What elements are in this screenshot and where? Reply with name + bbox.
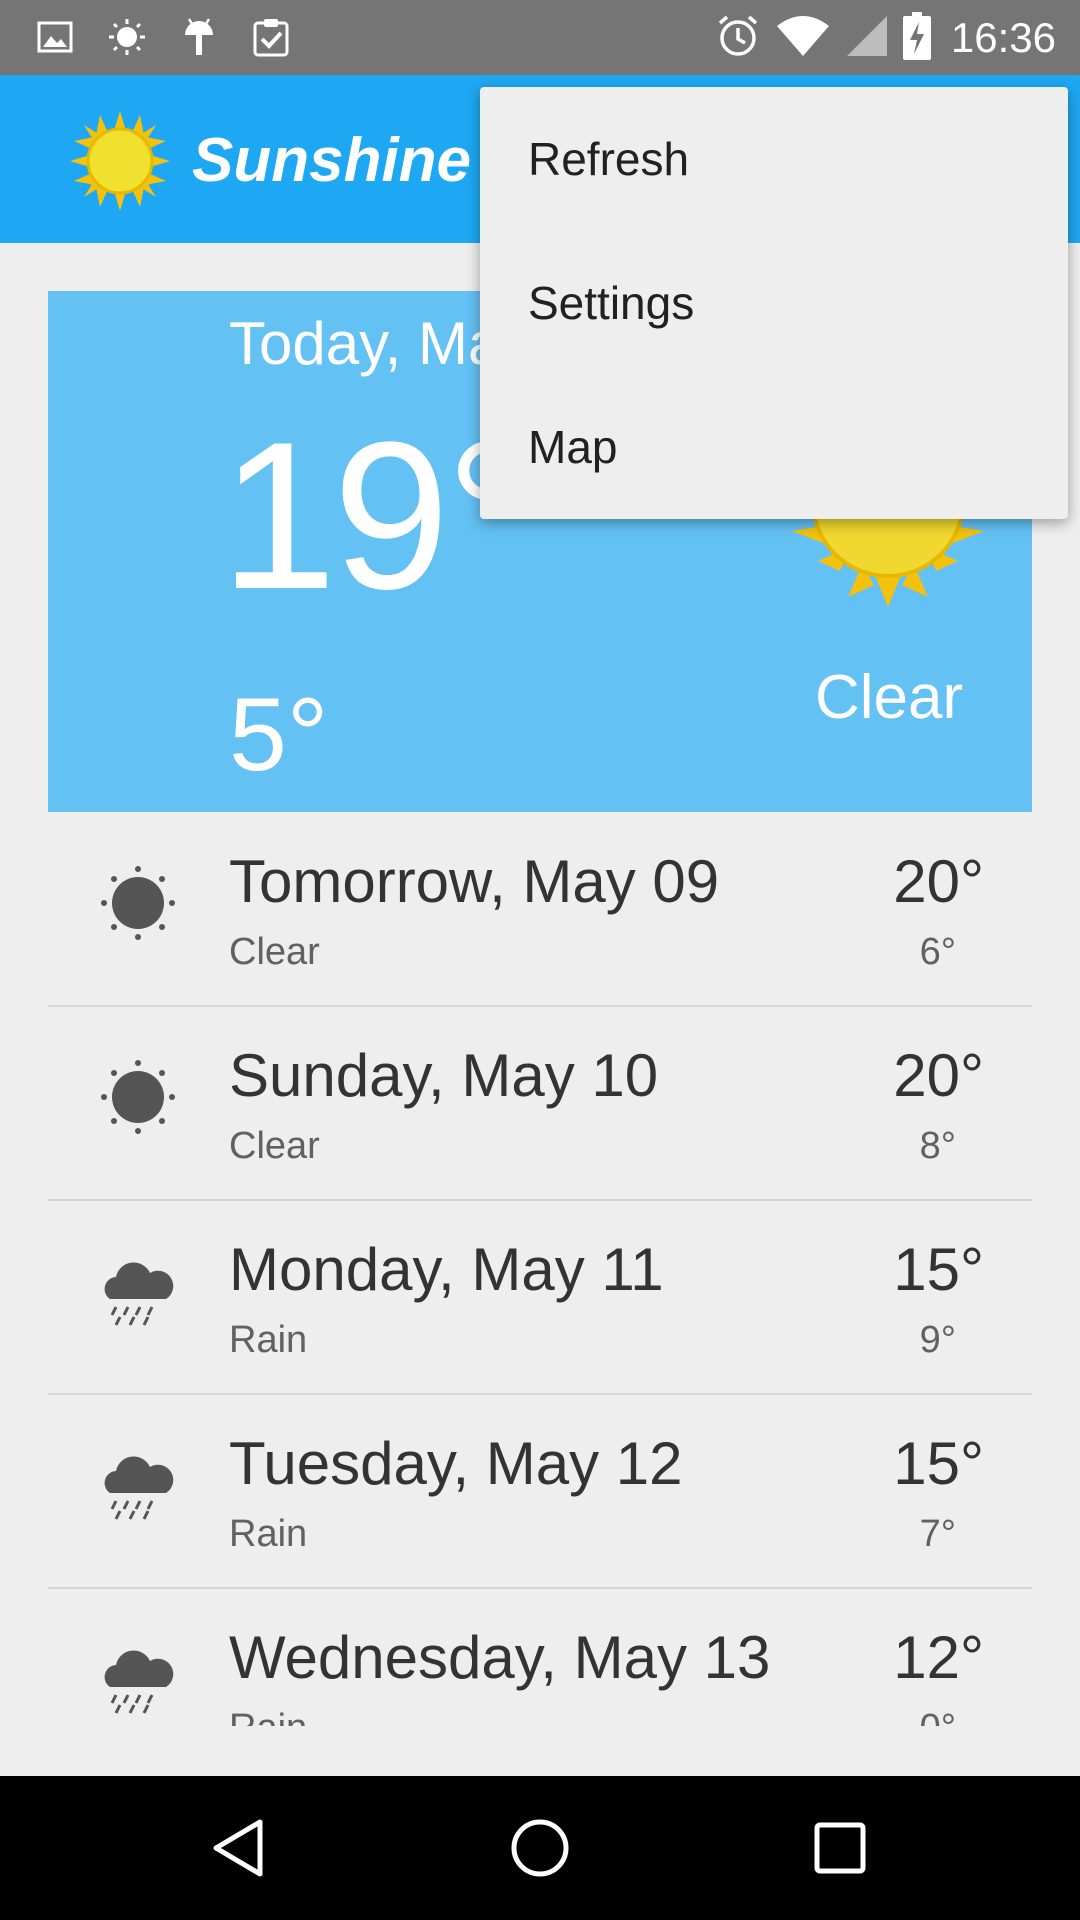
forecast-day: Tomorrow, May 09 [229, 848, 720, 915]
forecast-day: Wednesday, May 13 [229, 1624, 771, 1691]
forecast-row[interactable]: Monday, May 11 Rain 15° 9° [48, 1201, 1032, 1395]
forecast-row[interactable]: Tomorrow, May 09 Clear 20° 6° [48, 813, 1032, 1007]
forecast-low: 8° [919, 1125, 956, 1167]
menu-item-refresh[interactable]: Refresh [480, 87, 1068, 231]
recents-icon[interactable] [808, 1816, 872, 1880]
forecast-low: 0° [920, 1707, 956, 1726]
forecast-day: Sunday, May 10 [229, 1042, 659, 1109]
forecast-day: Tuesday, May 12 [229, 1430, 683, 1497]
battery-charging-icon [902, 11, 931, 65]
forecast-low: 7° [919, 1513, 956, 1555]
forecast-high: 20° [893, 1042, 984, 1109]
overflow-menu: Refresh Settings Map [480, 87, 1068, 519]
forecast-high: 12° [893, 1624, 984, 1691]
clear-icon [100, 865, 176, 941]
forecast-day: Monday, May 11 [229, 1236, 664, 1303]
forecast-low: 9° [919, 1319, 956, 1361]
forecast-row[interactable]: Tuesday, May 12 Rain 15° 7° [48, 1395, 1032, 1589]
status-clock: 16:36 [950, 14, 1056, 61]
today-low-temp: 5° [229, 677, 329, 793]
forecast-description: Rain [229, 1513, 308, 1555]
menu-item-settings[interactable]: Settings [480, 231, 1068, 375]
rain-icon [100, 1253, 176, 1329]
forecast-list: Tomorrow, May 09 Clear 20° 6° Sunday, Ma… [48, 813, 1032, 1726]
clipboard-check-icon [250, 14, 292, 60]
forecast-description: Clear [229, 1125, 320, 1167]
signal-icon [845, 14, 889, 63]
navigation-bar [0, 1776, 1080, 1920]
forecast-high: 20° [893, 848, 984, 915]
clear-icon [100, 1059, 176, 1135]
rain-icon [100, 1447, 176, 1523]
forecast-row[interactable]: Sunday, May 10 Clear 20° 8° [48, 1007, 1032, 1201]
forecast-row[interactable]: Wednesday, May 13 Rain 12° 0° [48, 1589, 1032, 1726]
brightness-icon [106, 14, 148, 60]
app-title: Sunshine [192, 126, 472, 195]
menu-item-map[interactable]: Map [480, 375, 1068, 519]
today-description: Clear [815, 663, 964, 732]
forecast-description: Rain [229, 1707, 307, 1726]
forecast-description: Clear [229, 931, 320, 973]
android-icon [178, 14, 220, 60]
forecast-description: Rain [229, 1319, 308, 1361]
forecast-low: 6° [919, 931, 956, 973]
alarm-icon [715, 13, 761, 64]
sun-logo-icon [68, 109, 172, 213]
rain-icon [100, 1641, 176, 1717]
wifi-icon [775, 14, 831, 63]
forecast-high: 15° [893, 1236, 984, 1303]
image-icon [34, 14, 76, 60]
home-icon[interactable] [508, 1816, 572, 1880]
back-icon[interactable] [208, 1816, 272, 1880]
forecast-high: 15° [893, 1430, 984, 1497]
status-bar: 16:36 [0, 0, 1080, 75]
